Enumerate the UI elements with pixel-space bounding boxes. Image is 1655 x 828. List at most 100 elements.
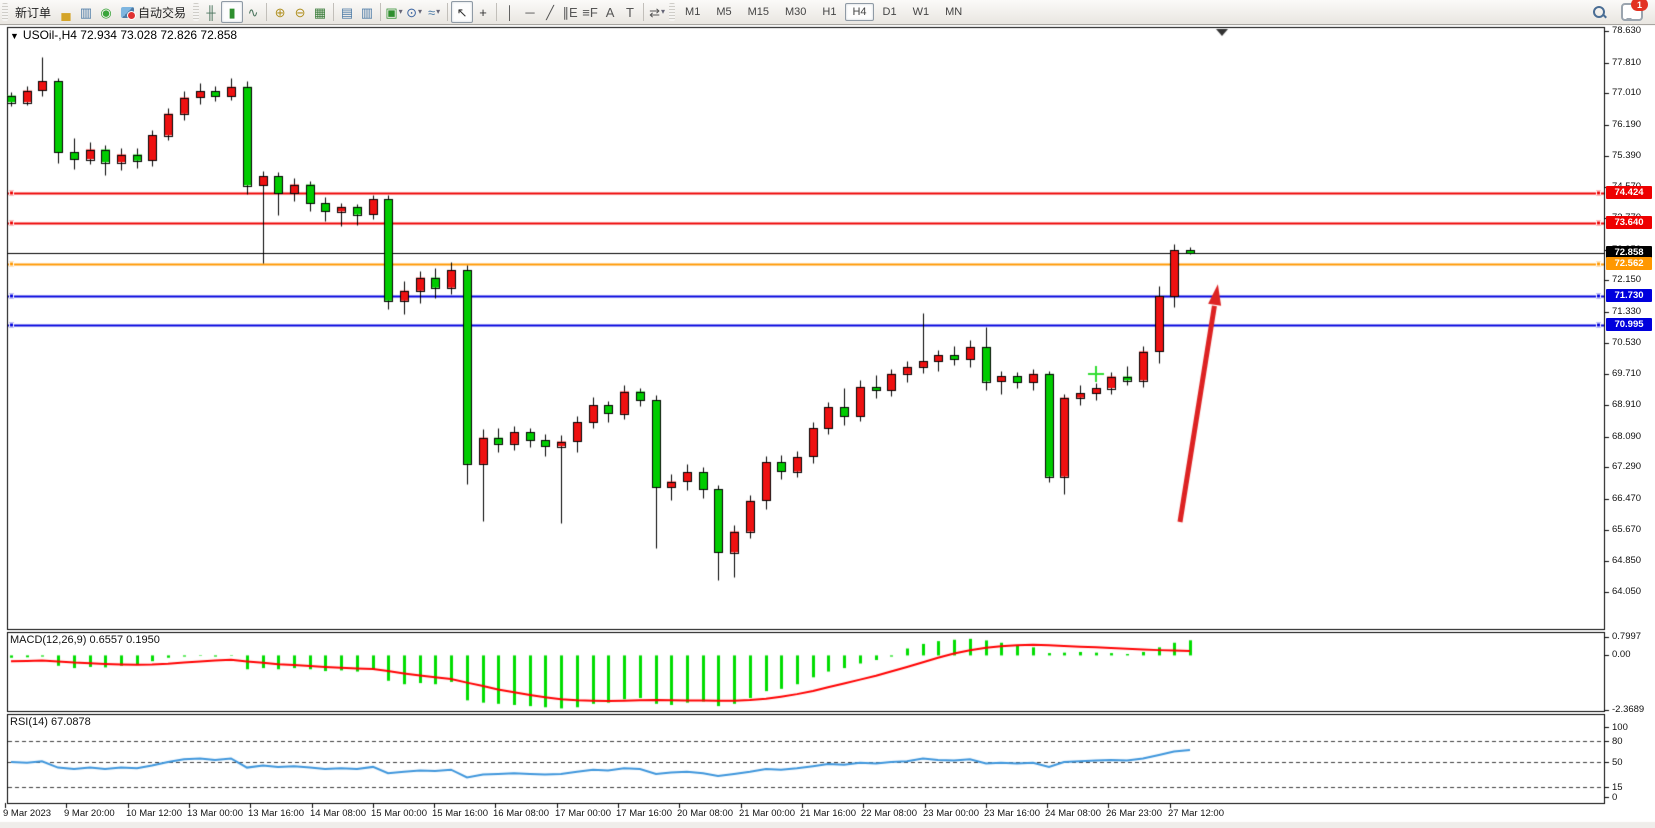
price-tick-label: 64.050 (1612, 586, 1641, 597)
main-toolbar: 新订单 ▄▥◉ 自动交易 ╫▮∿⊕⊖▦▤▥▣▾⊙▾≈▾↖+│─╱∥E≡FAT⇄▾… (0, 0, 1655, 25)
horizontal-line-icon[interactable]: ─ (520, 2, 540, 22)
dropdown-arrow-icon[interactable]: ▾ (399, 8, 403, 16)
macd-axis-label: 0.7997 (1612, 631, 1641, 642)
dropdown-arrow-icon[interactable]: ▾ (436, 8, 440, 16)
fibonacci-icon[interactable]: ≡F (580, 2, 600, 22)
time-axis-label: 10 Mar 12:00 (126, 808, 182, 819)
time-axis-label: 9 Mar 20:00 (64, 808, 115, 819)
hline-price-badge: 74.424 (1606, 186, 1652, 199)
time-axis-label: 16 Mar 08:00 (493, 808, 549, 819)
toolbar-separator (643, 3, 644, 21)
time-axis-label: 17 Mar 00:00 (555, 808, 611, 819)
market-watch-icon[interactable]: ▥ (76, 2, 96, 22)
ohlc-values: 72.934 73.028 72.826 72.858 (80, 28, 237, 42)
price-tick-label: 64.850 (1612, 555, 1641, 566)
equidistant-channel-icon[interactable]: ∥E (560, 2, 580, 22)
auto-trading-button[interactable]: 自动交易 (116, 2, 191, 23)
timeframe-h4[interactable]: H4 (845, 3, 873, 21)
toolbar-separator (333, 3, 334, 21)
text-icon[interactable]: A (600, 2, 620, 22)
timeframe-mn[interactable]: MN (938, 3, 969, 21)
trading-terminal-window: 新订单 ▄▥◉ 自动交易 ╫▮∿⊕⊖▦▤▥▣▾⊙▾≈▾↖+│─╱∥E≡FAT⇄▾… (0, 0, 1655, 828)
tile-windows-icon[interactable]: ▦ (310, 2, 330, 22)
price-tick-label: 76.190 (1612, 119, 1641, 130)
zoom-in-icon[interactable]: ⊕ (270, 2, 290, 22)
price-tick-label: 67.290 (1612, 461, 1641, 472)
notification-badge: 1 (1631, 0, 1648, 11)
hline-price-badge: 70.995 (1606, 318, 1652, 331)
toolbar-separator (266, 3, 267, 21)
timeframe-w1[interactable]: W1 (906, 3, 937, 21)
price-tick-label: 77.010 (1612, 87, 1641, 98)
chat-icon[interactable]: 1 (1621, 3, 1643, 21)
timeframe-m5[interactable]: M5 (709, 3, 738, 21)
chart-title: ▼ USOil-,H4 72.934 73.028 72.826 72.858 (10, 28, 237, 42)
time-axis-label: 9 Mar 2023 (3, 808, 51, 819)
timeframe-m15[interactable]: M15 (741, 3, 776, 21)
price-tick-label: 66.470 (1612, 493, 1641, 504)
rsi-indicator-label: RSI(14) 67.0878 (10, 716, 91, 728)
crosshair-icon[interactable]: + (473, 2, 493, 22)
signal-icon[interactable]: ◉ (96, 2, 116, 22)
period-clock-icon[interactable]: ⊙▾ (404, 2, 424, 22)
time-axis-label: 22 Mar 08:00 (861, 808, 917, 819)
timeframe-h1[interactable]: H1 (815, 3, 843, 21)
time-axis-label: 17 Mar 16:00 (616, 808, 672, 819)
auto-trading-label: 自动交易 (138, 4, 186, 21)
trendline-icon[interactable]: ╱ (540, 2, 560, 22)
rsi-axis-label: 100 (1612, 722, 1628, 733)
chart-area[interactable] (0, 0, 1655, 828)
chevron-down-icon[interactable]: ▼ (10, 31, 19, 41)
toolbar-drag-handle[interactable] (669, 3, 675, 21)
templates-icon[interactable]: ≈▾ (424, 2, 444, 22)
bar-chart-icon[interactable]: ╫ (201, 2, 221, 22)
profile-prev-icon[interactable]: ▥ (357, 2, 377, 22)
rsi-axis-label: 80 (1612, 736, 1623, 747)
toolbar-drag-handle[interactable] (2, 3, 8, 21)
macd-indicator-label: MACD(12,26,9) 0.6557 0.1950 (10, 634, 160, 646)
time-axis-label: 15 Mar 16:00 (432, 808, 488, 819)
search-icon[interactable] (1591, 4, 1607, 20)
time-axis-label: 13 Mar 00:00 (187, 808, 243, 819)
price-tick-label: 70.530 (1612, 337, 1641, 348)
new-order-label: 新订单 (15, 4, 51, 21)
vertical-line-icon[interactable]: │ (500, 2, 520, 22)
new-chart-icon[interactable]: ▣▾ (384, 2, 404, 22)
rsi-axis-label: 0 (1612, 792, 1617, 803)
arrows-icon[interactable]: ⇄▾ (647, 2, 667, 22)
dropdown-arrow-icon[interactable]: ▾ (418, 8, 422, 16)
time-axis-label: 27 Mar 12:00 (1168, 808, 1224, 819)
zoom-out-icon[interactable]: ⊖ (290, 2, 310, 22)
time-axis-label: 23 Mar 00:00 (923, 808, 979, 819)
price-tick-label: 68.910 (1612, 399, 1641, 410)
macd-axis-label: -2.3689 (1612, 704, 1644, 715)
toolbar-separator (447, 3, 448, 21)
price-tick-label: 69.710 (1612, 368, 1641, 379)
time-axis-label: 15 Mar 00:00 (371, 808, 427, 819)
timeframe-m1[interactable]: M1 (678, 3, 707, 21)
auto-trading-icon (121, 7, 134, 18)
time-axis-label: 13 Mar 16:00 (248, 808, 304, 819)
macd-axis-label: 0.00 (1612, 649, 1631, 660)
candlestick-chart-icon[interactable]: ▮ (221, 1, 243, 23)
price-tick-label: 77.810 (1612, 57, 1641, 68)
gold-bars-icon[interactable]: ▄ (56, 2, 76, 22)
symbol-timeframe: USOil-,H4 (23, 28, 77, 42)
hline-price-badge: 71.730 (1606, 289, 1652, 302)
price-tick-label: 71.330 (1612, 306, 1641, 317)
timeframe-d1[interactable]: D1 (876, 3, 904, 21)
text-label-icon[interactable]: T (620, 2, 640, 22)
time-axis-label: 26 Mar 23:00 (1106, 808, 1162, 819)
timeframe-m30[interactable]: M30 (778, 3, 813, 21)
rsi-axis-label: 50 (1612, 757, 1623, 768)
new-order-button[interactable]: 新订单 (10, 2, 56, 23)
hline-price-badge: 73.640 (1606, 216, 1652, 229)
cursor-icon[interactable]: ↖ (451, 1, 473, 23)
profile-next-icon[interactable]: ▤ (337, 2, 357, 22)
toolbar-separator (496, 3, 497, 21)
dropdown-arrow-icon[interactable]: ▾ (661, 8, 665, 16)
time-axis-label: 21 Mar 16:00 (800, 808, 856, 819)
price-tick-label: 68.090 (1612, 431, 1641, 442)
line-chart-icon[interactable]: ∿ (243, 2, 263, 22)
toolbar-drag-handle[interactable] (193, 3, 199, 21)
